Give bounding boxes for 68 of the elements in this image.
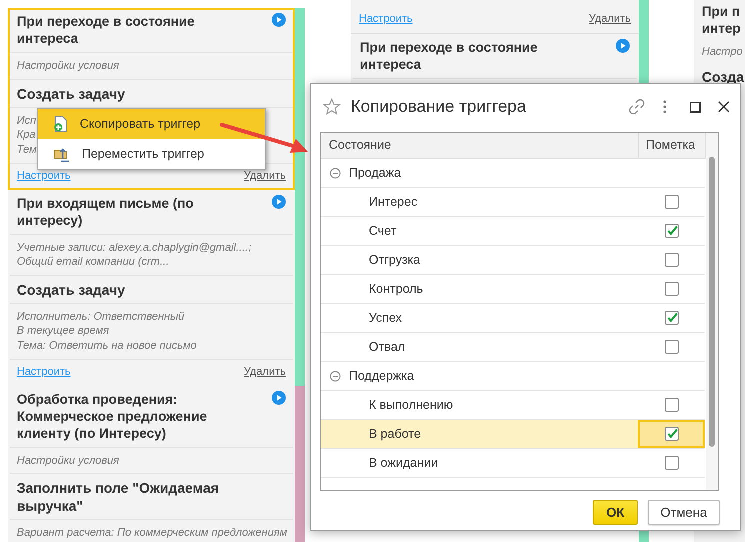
checkbox[interactable] <box>664 253 678 267</box>
collapse-icon[interactable] <box>330 168 341 178</box>
action-details: Исп Кра Тем <box>17 114 37 157</box>
checkbox[interactable] <box>664 427 678 441</box>
more-icon[interactable] <box>663 100 667 114</box>
fragment-title: Созда <box>702 68 744 86</box>
table-row[interactable]: Успех <box>321 304 705 333</box>
checkbox[interactable] <box>664 311 678 325</box>
link-icon[interactable] <box>629 99 645 115</box>
table-row[interactable]: В работе <box>321 420 705 449</box>
close-icon[interactable] <box>718 101 730 113</box>
trigger-title: При переходе в состояние интереса <box>17 13 196 47</box>
trigger-title: При переходе в состояние интереса <box>360 39 539 73</box>
row-label: Отвал <box>368 338 406 356</box>
menu-item[interactable]: Переместить триггер <box>38 139 265 169</box>
column-header: Состояние <box>321 133 639 158</box>
checkbox[interactable] <box>664 340 678 354</box>
row-label: Счет <box>368 222 398 240</box>
delete-link[interactable]: Удалить <box>244 168 286 184</box>
trigger-title: При входящем письме (по интересу) <box>17 194 195 228</box>
document-plus-icon <box>54 116 68 132</box>
row-label: Отгрузка <box>368 252 422 269</box>
table-row[interactable]: Контроль <box>321 275 705 304</box>
play-icon[interactable] <box>272 194 286 208</box>
fragment-title: интер <box>702 20 741 37</box>
checkbox[interactable] <box>664 224 678 238</box>
table-row[interactable]: В ожидании <box>321 449 705 478</box>
ok-button[interactable]: ОК <box>593 500 638 525</box>
maximize-icon[interactable] <box>690 102 701 112</box>
menu-item[interactable]: Скопировать триггер <box>38 109 265 139</box>
checkbox[interactable] <box>664 282 678 296</box>
scrollbar-thumb[interactable] <box>709 157 715 447</box>
fragment-title: При п <box>702 3 740 20</box>
collapse-icon[interactable] <box>330 370 341 382</box>
row-label: В работе <box>368 426 422 443</box>
checkbox[interactable] <box>664 456 678 470</box>
table-row[interactable]: Интерес <box>321 188 705 217</box>
dialog-title: Копирование триггера <box>351 96 528 118</box>
condition-text: Настройки условия <box>17 59 120 74</box>
table-row[interactable]: Отвал <box>321 333 705 362</box>
folder-arrow-icon <box>54 146 70 162</box>
action-title: Создать задачу <box>17 84 126 102</box>
condition-text: Настройки условия <box>17 454 120 468</box>
checkbox[interactable] <box>664 398 678 412</box>
row-label: Успех <box>368 310 404 327</box>
delete-link[interactable]: Удалить <box>589 10 631 27</box>
row-label: В ожидании <box>368 454 440 472</box>
action-details: Вариант расчета: По коммерческим предложениям <box>17 526 288 540</box>
trigger-title: Обработка проведения: Коммерческое предложение клиенту (по Интересу) <box>17 390 208 442</box>
action-title: Создать задачу <box>17 280 126 298</box>
table-row[interactable]: Отгрузка <box>321 246 705 275</box>
group-label: Продажа <box>349 164 402 182</box>
action-title: Заполнить поле "Ожидаемая выручка" <box>17 479 220 515</box>
row-label: Контроль <box>368 280 424 298</box>
group-label: Поддержка <box>349 368 414 385</box>
cancel-button[interactable]: Отмена <box>648 500 720 525</box>
table-row[interactable]: Счет <box>321 217 705 246</box>
fragment-text: Настро <box>702 45 743 60</box>
row-label: Интерес <box>368 194 419 211</box>
action-details: Исполнитель: Ответственный В текущее время Тема: Ответить на новое письмо <box>17 310 197 353</box>
play-icon[interactable] <box>272 13 286 27</box>
delete-link[interactable]: Удалить <box>244 364 286 380</box>
checkbox[interactable] <box>664 195 678 209</box>
condition-text: Учетные записи: alexey.a.chaplygin@gmail....; Общий email компании (crm... <box>17 240 253 270</box>
star-icon[interactable] <box>323 98 341 116</box>
row-label: К выполнению <box>368 396 454 414</box>
play-icon[interactable] <box>616 39 630 53</box>
play-icon[interactable] <box>272 390 286 404</box>
